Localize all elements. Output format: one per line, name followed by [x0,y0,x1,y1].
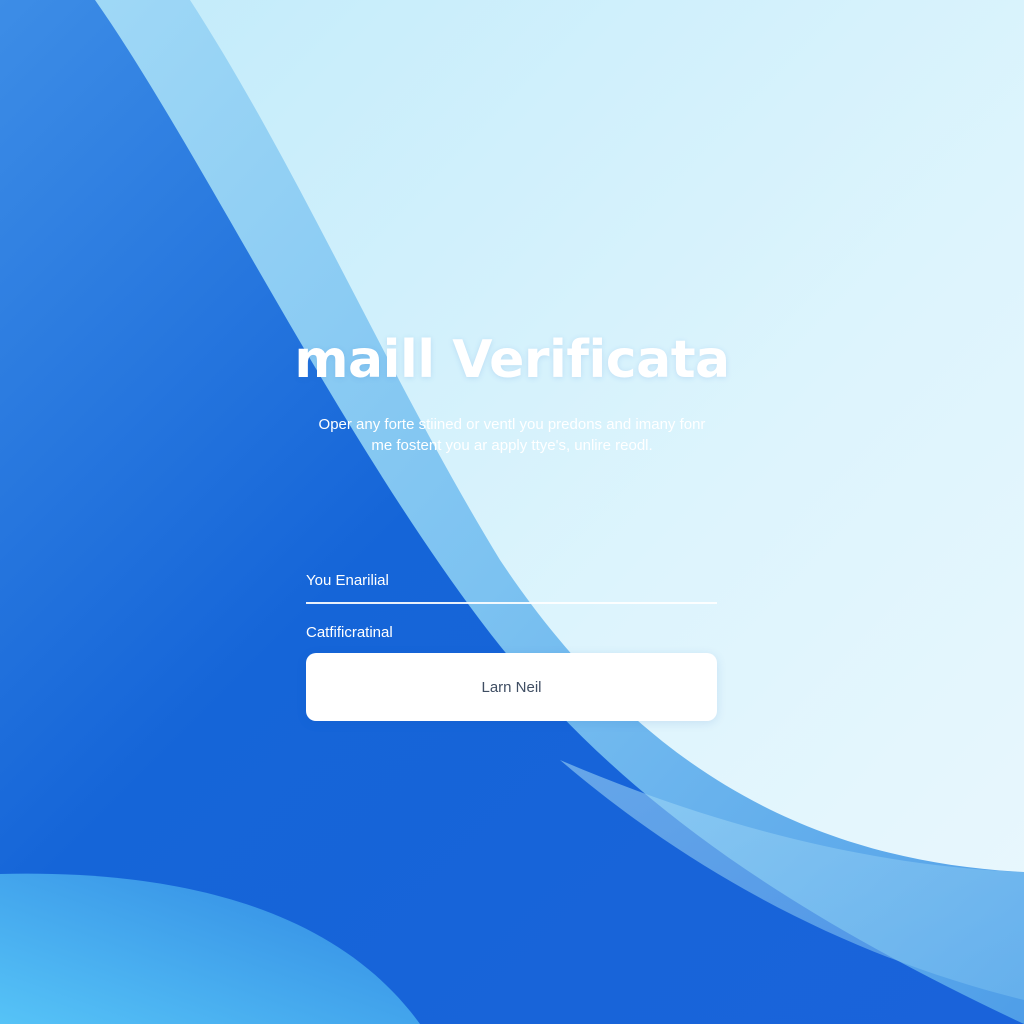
code-field-label: Catfificratinal [306,624,393,641]
submit-button[interactable]: Larn Neil [306,653,717,721]
page-title: maill Verificata [294,330,730,390]
email-field-label: You Enarilial [306,572,389,589]
subtitle-line-1: Oper any forte stiined or ventl you pred… [318,416,706,433]
subtitle-line-2: me fostent you ar apply ttye's, unlire r… [371,437,653,454]
verification-page: maill Verificata Oper any forte stiined … [0,0,1024,1024]
verification-form: maill Verificata Oper any forte stiined … [294,0,730,1024]
page-subtitle: Oper any forte stiined or ventl you pred… [296,414,728,456]
